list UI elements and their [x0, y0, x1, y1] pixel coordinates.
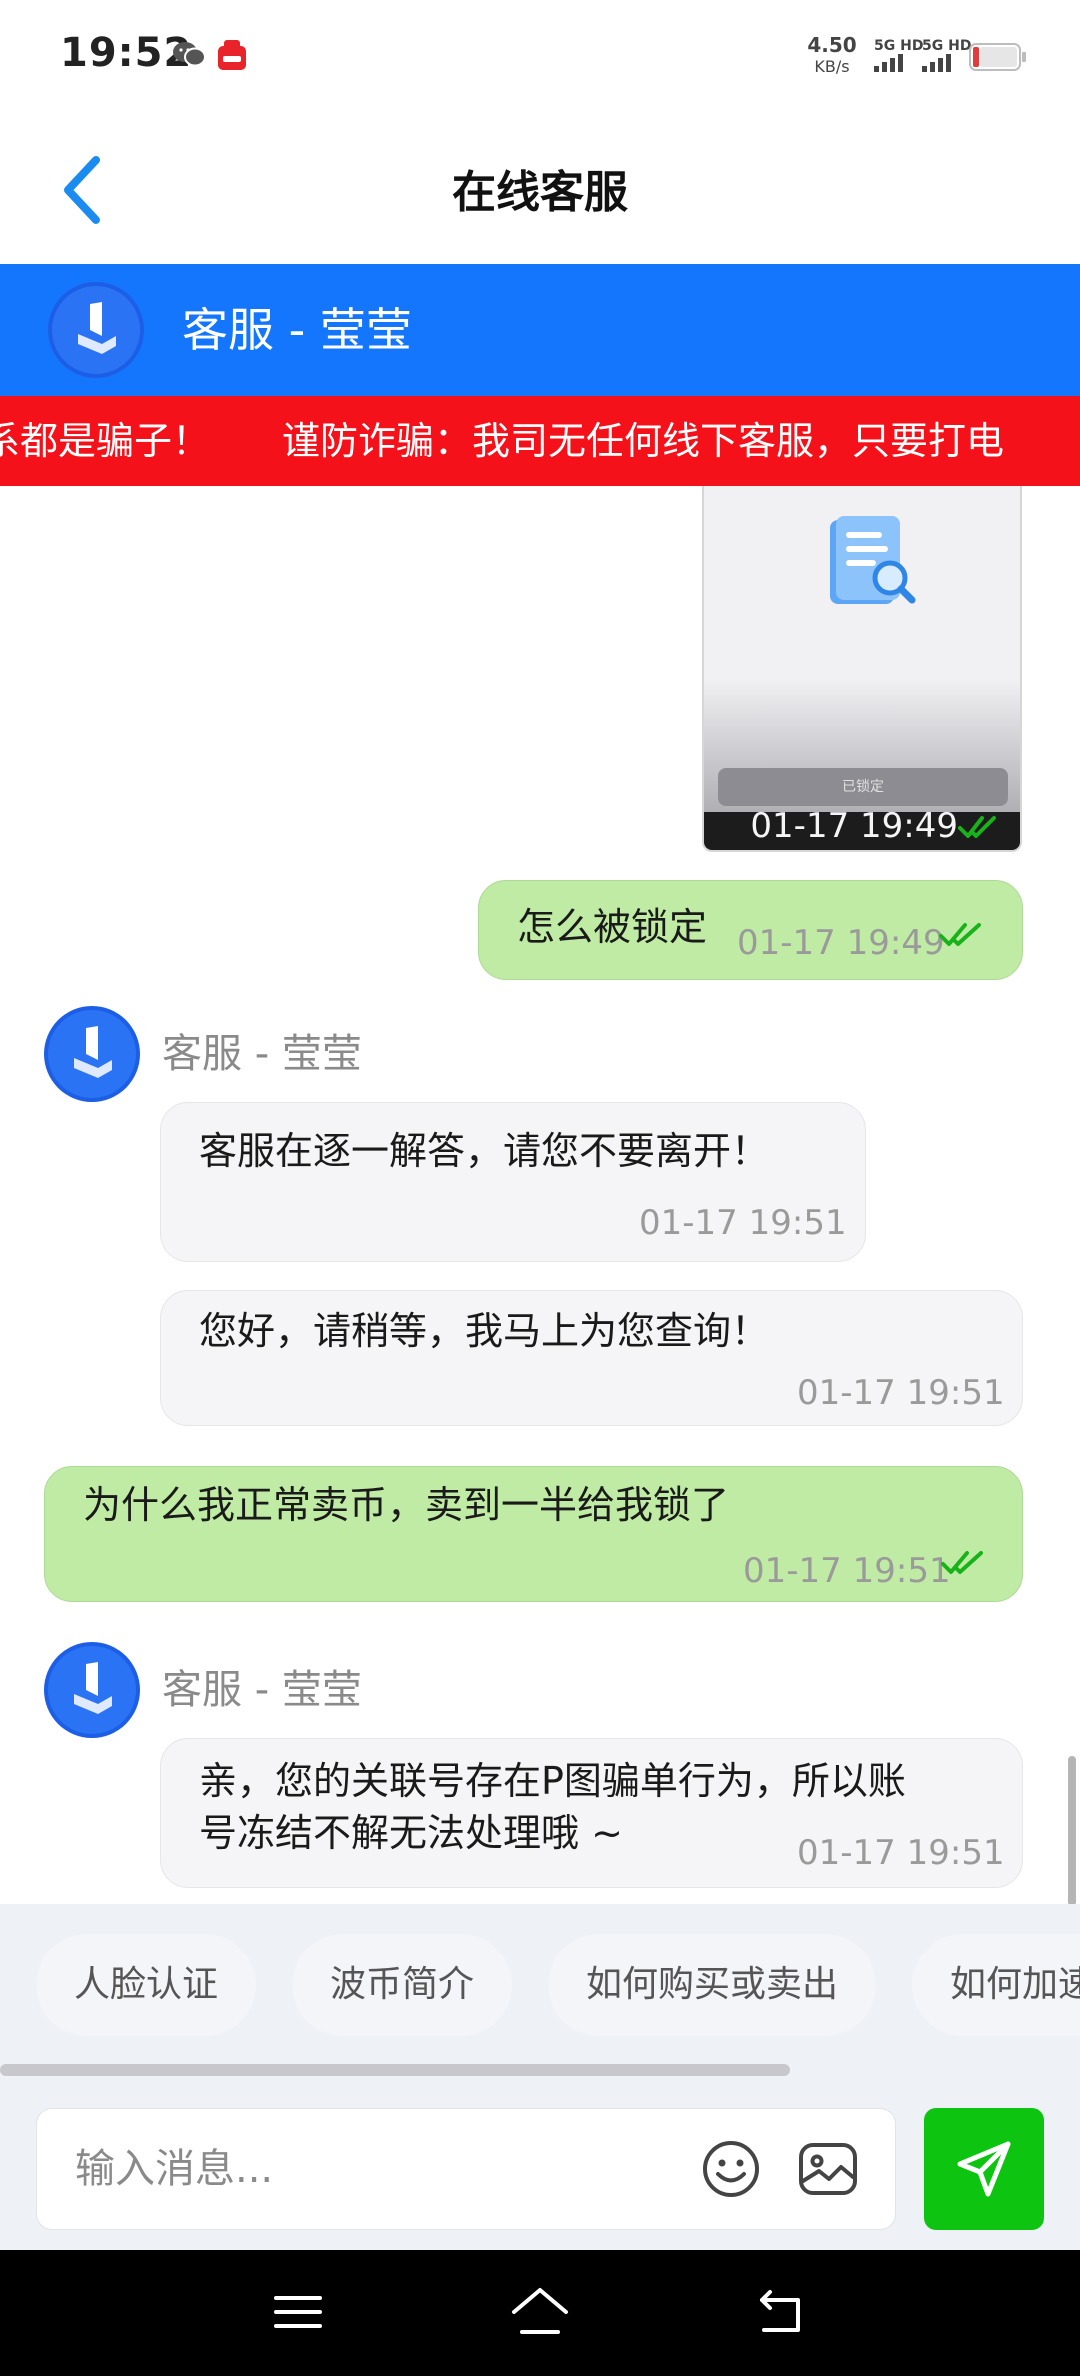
- fraud-warning-marquee: 系都是骗子！ 谨防诈骗：我司无任何线下客服，只要打电: [0, 396, 1080, 486]
- quick-reply-scrollbar[interactable]: [0, 2064, 790, 2076]
- warning-text: 谨防诈骗：我司无任何线下客服，只要打电: [282, 419, 1005, 463]
- agent-message-bubble[interactable]: 客服在逐一解答，请您不要离开！ 01-17 19:51: [160, 1102, 866, 1262]
- locked-label: 已锁定: [718, 768, 1008, 806]
- quick-reply-chip[interactable]: 如何加速: [912, 1934, 1080, 2036]
- agent-banner: 客服 - 莹莹: [0, 264, 1080, 396]
- menu-icon[interactable]: [270, 2284, 326, 2340]
- message-text-line2: 号冻结不解无法处理哦 ~: [199, 1811, 623, 1855]
- read-check-icon: [939, 923, 981, 946]
- app-root: 19:52 4.50 KB/s 5G HD 5G HD 在线客服 客服 - 莹莹…: [0, 0, 1080, 2376]
- message-time: 01-17 19:51: [639, 1203, 847, 1243]
- message-time: 01-17 19:51: [743, 1551, 951, 1591]
- my-message-bubble[interactable]: 怎么被锁定 01-17 19:49: [478, 880, 1023, 980]
- system-nav-bar: [0, 2250, 1080, 2376]
- page-title: 在线客服: [452, 167, 628, 218]
- image-message[interactable]: 已锁定 01-17 19:49: [702, 486, 1022, 852]
- message-text: 您好，请稍等，我马上为您查询！: [199, 1309, 770, 1353]
- read-check-icon: [958, 816, 996, 838]
- message-text: 客服在逐一解答，请您不要离开！: [199, 1129, 770, 1173]
- send-button[interactable]: [924, 2108, 1044, 2230]
- quick-reply-chip[interactable]: 波币简介: [292, 1934, 513, 2036]
- quick-reply-chip[interactable]: 人脸认证: [36, 1934, 257, 2036]
- message-text-line1: 亲，您的关联号存在P图骗单行为，所以账: [199, 1759, 906, 1803]
- signal-1-icon: [874, 54, 903, 72]
- agent-message-bubble[interactable]: 亲，您的关联号存在P图骗单行为，所以账 号冻结不解无法处理哦 ~ 01-17 1…: [160, 1738, 1023, 1888]
- message-text: 怎么被锁定: [517, 905, 708, 949]
- home-icon[interactable]: [508, 2284, 572, 2340]
- message-time: 01-17 19:49: [737, 923, 945, 963]
- quick-reply-chip[interactable]: 如何购买或卖出: [548, 1934, 877, 2036]
- signal-2-icon: [922, 54, 951, 72]
- chat-scrollbar[interactable]: [1068, 1756, 1076, 1904]
- document-search-icon: [830, 516, 916, 604]
- agent-avatar: [44, 1642, 140, 1738]
- agent-name: 客服 - 莹莹: [162, 1031, 362, 1077]
- sim2-label: 5G HD: [922, 38, 971, 54]
- net-speed-value: 4.50: [807, 33, 856, 57]
- battery-icon: [969, 43, 1026, 71]
- input-bar: [0, 2094, 1080, 2250]
- chat-area[interactable]: 已锁定 01-17 19:49 怎么被锁定 01-17 19:49 客服 - 莹…: [0, 486, 1080, 1904]
- status-bar: 19:52 4.50 KB/s 5G HD 5G HD: [0, 0, 1080, 118]
- message-text: 为什么我正常卖币，卖到一半给我锁了: [83, 1483, 730, 1527]
- agent-avatar: [44, 1006, 140, 1102]
- net-speed-unit: KB/s: [814, 57, 849, 76]
- agent-name: 客服 - 莹莹: [182, 303, 412, 357]
- quick-reply-bar: 人脸认证 波币简介 如何购买或卖出 如何加速: [0, 1904, 1080, 2094]
- warning-text-tail: 系都是骗子！: [0, 419, 211, 463]
- quick-reply-list: 人脸认证 波币简介 如何购买或卖出 如何加速: [36, 1934, 1080, 2036]
- header: 在线客服: [0, 118, 1080, 264]
- message-input[interactable]: [37, 2109, 677, 2229]
- status-right-group: 4.50 KB/s 5G HD 5G HD: [800, 32, 1040, 82]
- message-time: 01-17 19:51: [797, 1373, 1005, 1413]
- sim1-label: 5G HD: [874, 38, 923, 54]
- back-icon[interactable]: [752, 2284, 808, 2340]
- agent-message-bubble[interactable]: 您好，请稍等，我马上为您查询！ 01-17 19:51: [160, 1290, 1023, 1426]
- read-check-icon: [941, 1551, 983, 1574]
- message-input-box: [36, 2108, 896, 2230]
- agent-avatar: [48, 282, 144, 378]
- image-icon[interactable]: [797, 2139, 859, 2199]
- message-time: 01-17 19:49: [750, 806, 958, 846]
- smiley-icon[interactable]: [701, 2139, 761, 2199]
- my-message-bubble[interactable]: 为什么我正常卖币，卖到一半给我锁了 01-17 19:51: [44, 1466, 1023, 1602]
- app-notification-icon: [216, 38, 248, 76]
- message-time: 01-17 19:51: [797, 1833, 1005, 1873]
- send-plane-icon: [957, 2141, 1011, 2197]
- agent-name: 客服 - 莹莹: [162, 1667, 362, 1713]
- wechat-notification-icon: [172, 40, 206, 72]
